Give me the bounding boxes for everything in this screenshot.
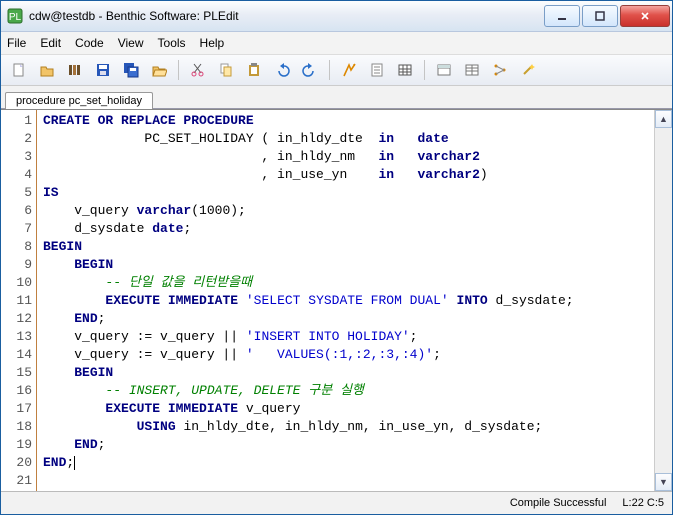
statusbar: Compile Successful L:22 C:5	[1, 491, 672, 514]
line-number: 11	[1, 292, 32, 310]
code-line[interactable]: USING in_hldy_dte, in_hldy_nm, in_use_yn…	[43, 418, 650, 436]
table-button[interactable]	[393, 58, 417, 82]
menu-tools[interactable]: Tools	[158, 36, 186, 50]
wand-button[interactable]	[516, 58, 540, 82]
code-line[interactable]: EXECUTE IMMEDIATE v_query	[43, 400, 650, 418]
code-line[interactable]: BEGIN	[43, 238, 650, 256]
scroll-up-button[interactable]: ▲	[655, 110, 672, 128]
save-all-button[interactable]	[119, 58, 143, 82]
line-number: 14	[1, 346, 32, 364]
code-line[interactable]: IS	[43, 184, 650, 202]
code-editor[interactable]: 12345678910111213141516171819202122 CREA…	[1, 109, 672, 491]
tabbar: procedure pc_set_holiday	[1, 86, 672, 109]
save-button[interactable]	[91, 58, 115, 82]
copy-button[interactable]	[214, 58, 238, 82]
menu-code[interactable]: Code	[75, 36, 104, 50]
code-line[interactable]: BEGIN	[43, 364, 650, 382]
menu-file[interactable]: File	[7, 36, 26, 50]
line-number: 12	[1, 310, 32, 328]
code-line[interactable]: CREATE OR REPLACE PROCEDURE	[43, 112, 650, 130]
code-line[interactable]: d_sysdate date;	[43, 220, 650, 238]
open-folder-button[interactable]	[147, 58, 171, 82]
execute-button[interactable]	[337, 58, 361, 82]
code-line[interactable]: END;	[43, 436, 650, 454]
tree-button[interactable]	[488, 58, 512, 82]
cut-button[interactable]	[186, 58, 210, 82]
line-number: 1	[1, 112, 32, 130]
code-line[interactable]: EXECUTE IMMEDIATE 'SELECT SYSDATE FROM D…	[43, 292, 650, 310]
line-number: 10	[1, 274, 32, 292]
close-button[interactable]	[620, 5, 670, 27]
open-button[interactable]	[35, 58, 59, 82]
props-button[interactable]	[460, 58, 484, 82]
code-line[interactable]: , in_use_yn in varchar2)	[43, 166, 650, 184]
line-number-gutter: 12345678910111213141516171819202122	[1, 110, 37, 491]
scroll-down-button[interactable]: ▼	[655, 473, 672, 491]
menu-help[interactable]: Help	[200, 36, 225, 50]
tab-procedure[interactable]: procedure pc_set_holiday	[5, 92, 153, 109]
line-number: 7	[1, 220, 32, 238]
app-window: PL cdw@testdb - Benthic Software: PLEdit…	[0, 0, 673, 515]
svg-text:PL: PL	[9, 12, 22, 23]
titlebar: PL cdw@testdb - Benthic Software: PLEdit	[1, 1, 672, 32]
maximize-button[interactable]	[582, 5, 618, 27]
new-button[interactable]	[7, 58, 31, 82]
window-title: cdw@testdb - Benthic Software: PLEdit	[29, 9, 544, 23]
code-line[interactable]: -- INSERT, UPDATE, DELETE 구분 실행	[43, 382, 650, 400]
code-line[interactable]: END;	[43, 310, 650, 328]
code-line[interactable]: v_query varchar(1000);	[43, 202, 650, 220]
toolbar-separator	[329, 60, 330, 80]
record-button[interactable]	[432, 58, 456, 82]
code-line[interactable]: BEGIN	[43, 256, 650, 274]
line-number: 4	[1, 166, 32, 184]
code-line[interactable]: v_query := v_query || 'INSERT INTO HOLID…	[43, 328, 650, 346]
code-line[interactable]: END;	[43, 454, 650, 472]
line-number: 18	[1, 418, 32, 436]
library-button[interactable]	[63, 58, 87, 82]
code-line[interactable]: PC_SET_HOLIDAY ( in_hldy_dte in date	[43, 130, 650, 148]
redo-button[interactable]	[298, 58, 322, 82]
menu-edit[interactable]: Edit	[40, 36, 61, 50]
line-number: 8	[1, 238, 32, 256]
minimize-button[interactable]	[544, 5, 580, 27]
line-number: 6	[1, 202, 32, 220]
status-compile: Compile Successful	[510, 497, 607, 509]
script-button[interactable]	[365, 58, 389, 82]
line-number: 2	[1, 130, 32, 148]
code-line[interactable]: , in_hldy_nm in varchar2	[43, 148, 650, 166]
toolbar-separator	[424, 60, 425, 80]
line-number: 19	[1, 436, 32, 454]
line-number: 17	[1, 400, 32, 418]
menubar: File Edit Code View Tools Help	[1, 32, 672, 55]
toolbar	[1, 55, 672, 86]
paste-button[interactable]	[242, 58, 266, 82]
line-number: 15	[1, 364, 32, 382]
status-cursor-pos: L:22 C:5	[622, 497, 664, 509]
menu-view[interactable]: View	[118, 36, 144, 50]
line-number: 20	[1, 454, 32, 472]
undo-button[interactable]	[270, 58, 294, 82]
code-area[interactable]: CREATE OR REPLACE PROCEDURE PC_SET_HOLID…	[37, 110, 654, 491]
window-buttons	[544, 5, 670, 27]
line-number: 21	[1, 472, 32, 490]
code-line[interactable]: -- 단일 값을 리턴받을때	[43, 274, 650, 292]
line-number: 5	[1, 184, 32, 202]
app-icon: PL	[7, 8, 23, 24]
line-number: 3	[1, 148, 32, 166]
code-line[interactable]: v_query := v_query || ' VALUES(:1,:2,:3,…	[43, 346, 650, 364]
line-number: 13	[1, 328, 32, 346]
vertical-scrollbar[interactable]: ▲ ▼	[654, 110, 672, 491]
line-number: 16	[1, 382, 32, 400]
toolbar-separator	[178, 60, 179, 80]
line-number: 9	[1, 256, 32, 274]
